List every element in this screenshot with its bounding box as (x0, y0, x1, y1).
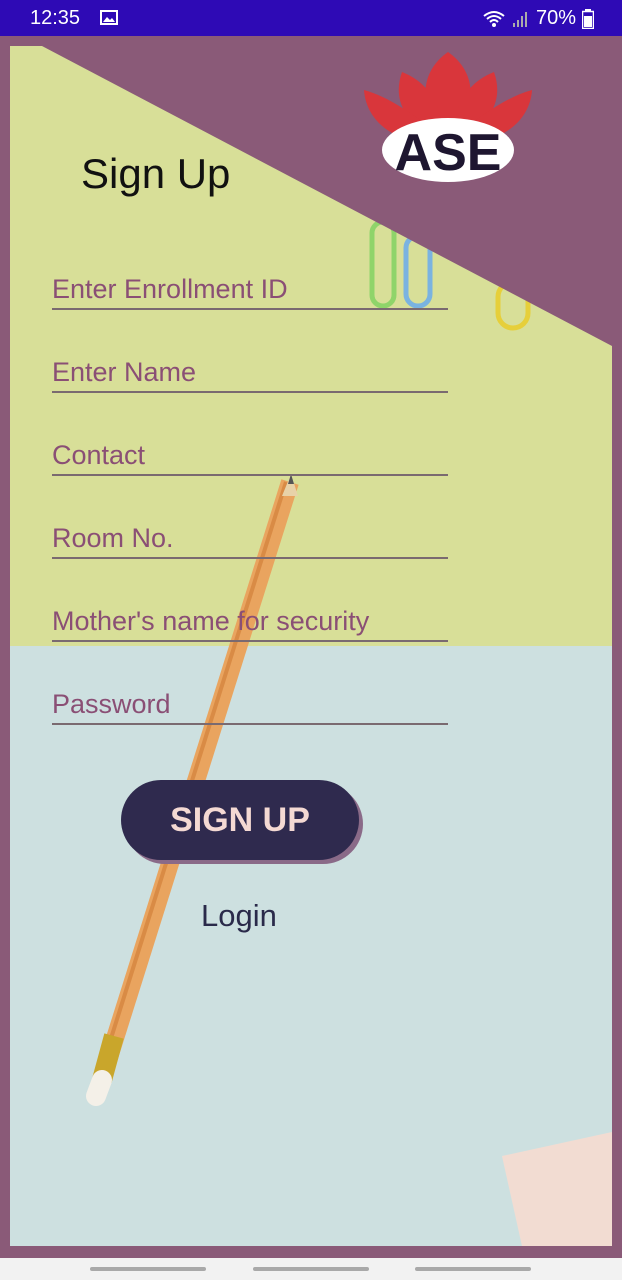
app-frame: ASE Sign Up SIGN UP Login (10, 46, 612, 1246)
room-no-input[interactable] (52, 519, 448, 557)
name-input[interactable] (52, 353, 448, 391)
room-no-field[interactable] (52, 519, 448, 559)
password-input[interactable] (52, 685, 448, 723)
contact-input[interactable] (52, 436, 448, 474)
battery-icon (582, 8, 594, 29)
page-title: Sign Up (81, 150, 231, 197)
nav-recents-button[interactable] (90, 1267, 206, 1271)
signup-button[interactable]: SIGN UP (121, 780, 359, 860)
ase-logo: ASE (364, 52, 532, 182)
status-right: 70% (482, 7, 594, 30)
nav-home-button[interactable] (253, 1267, 369, 1271)
wifi-icon (483, 10, 505, 27)
status-bar: 12:35 70% (0, 0, 622, 36)
security-question-input[interactable] (52, 602, 448, 640)
enrollment-id-field[interactable] (52, 270, 448, 310)
nav-back-button[interactable] (415, 1267, 531, 1271)
navigation-bar (0, 1258, 622, 1280)
battery-percent: 70% (535, 7, 576, 29)
contact-field[interactable] (52, 436, 448, 476)
password-field[interactable] (52, 685, 448, 725)
signal-icon (512, 11, 527, 27)
login-link[interactable]: Login (201, 898, 277, 934)
image-icon (100, 10, 118, 25)
security-question-field[interactable] (52, 602, 448, 642)
name-field[interactable] (52, 353, 448, 393)
logo-text: ASE (395, 124, 502, 182)
enrollment-id-input[interactable] (52, 270, 448, 308)
sticky-note-icon (502, 1132, 612, 1246)
status-time: 12:35 (30, 7, 81, 29)
